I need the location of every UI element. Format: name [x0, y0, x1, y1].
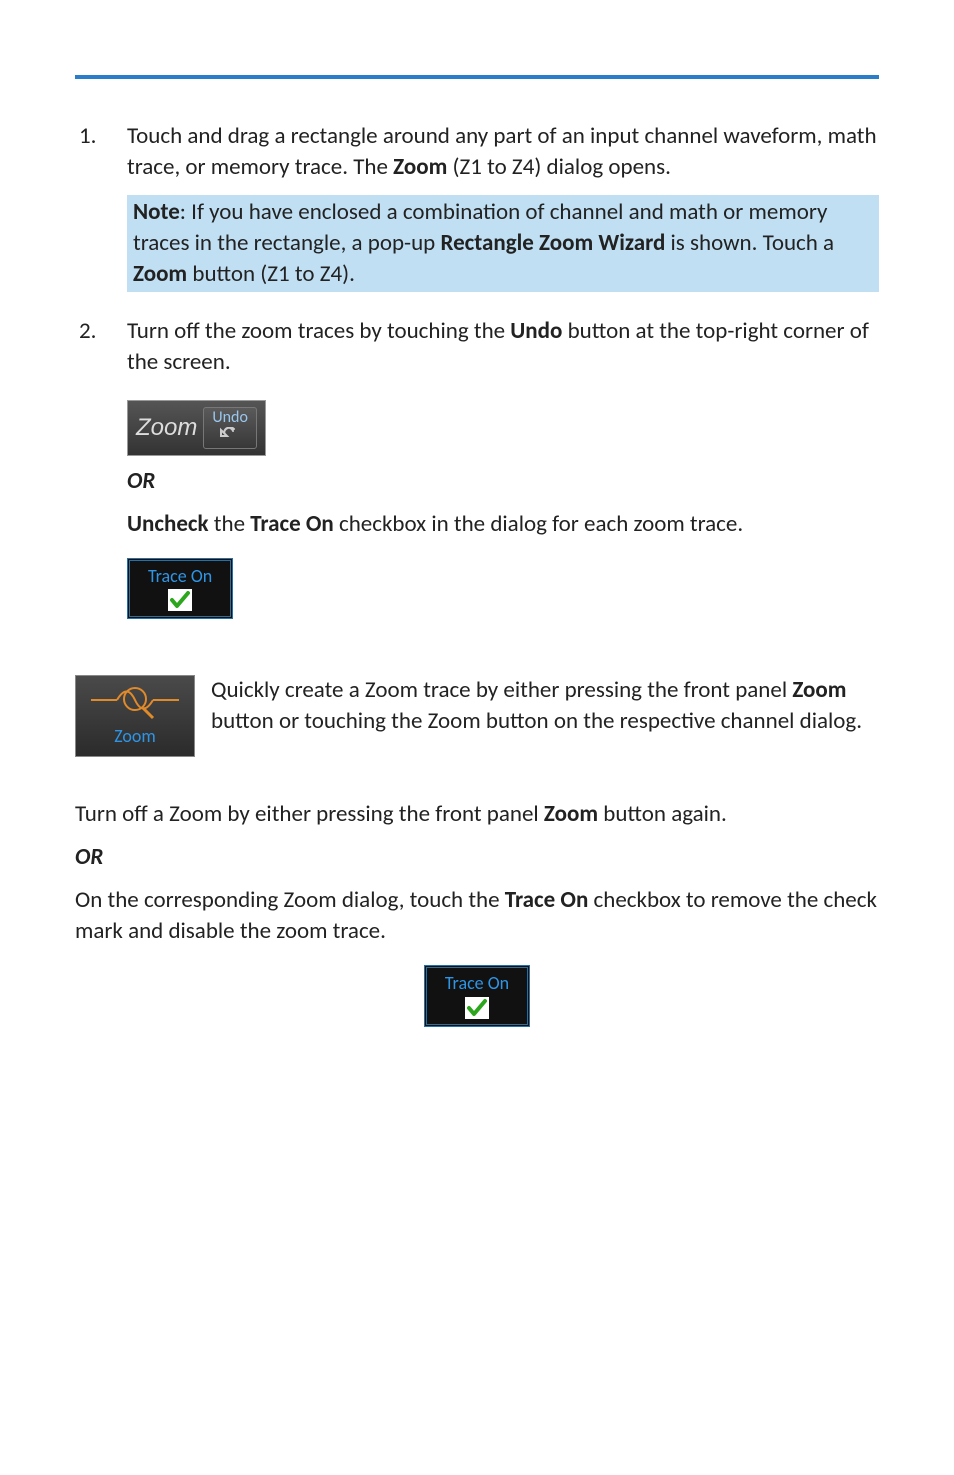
on-corresponding-para: On the corresponding Zoom dialog, touch … — [75, 885, 879, 947]
text: is shown. Touch a — [665, 229, 834, 257]
text: button again. — [598, 800, 727, 828]
turn-off-para: Turn off a Zoom by either pressing the f… — [75, 799, 879, 830]
zoom-word: Zoom — [544, 800, 598, 828]
step-2: 2. Turn off the zoom traces by touching … — [75, 316, 879, 619]
trace-on-word: Trace On — [250, 510, 334, 538]
step-body: Turn off the zoom traces by touching the… — [127, 316, 879, 619]
undo-button-label: Undo — [212, 408, 248, 427]
undo-word: Undo — [510, 317, 562, 345]
or-divider-bottom: OR — [75, 842, 879, 873]
step-1-text: Touch and drag a rectangle around any pa… — [127, 121, 879, 183]
zoom-front-panel-button[interactable]: Zoom — [75, 675, 195, 757]
trace-on-checkbox-screenshot-bottom: Trace On — [424, 965, 530, 1026]
zoom-row-text: Quickly create a Zoom trace by either pr… — [211, 675, 879, 757]
or-divider: OR — [127, 466, 879, 497]
trace-on-checkbox[interactable] — [465, 997, 489, 1019]
note-label: Note — [133, 198, 180, 226]
step-number: 2. — [75, 316, 127, 619]
text: button (Z1 to Z4). — [187, 260, 355, 288]
text: Quickly create a Zoom trace by either pr… — [211, 676, 792, 704]
center-trace-on: Trace On — [75, 959, 879, 1026]
top-rule — [75, 75, 879, 79]
note-box: Note: If you have enclosed a combination… — [127, 195, 879, 292]
trace-on-word: Trace On — [505, 886, 589, 914]
text: checkbox in the dialog for each zoom tra… — [334, 510, 743, 538]
zoom-wave-icon — [76, 676, 194, 724]
trace-on-label: Trace On — [148, 564, 212, 588]
text: button or touching the Zoom button on th… — [211, 707, 862, 735]
step-1: 1. Touch and drag a rectangle around any… — [75, 121, 879, 304]
trace-on-checkbox-screenshot: Trace On — [127, 558, 233, 619]
check-icon — [170, 591, 190, 609]
text: (Z1 to Z4) dialog opens. — [447, 153, 671, 181]
zoom-word: Zoom — [792, 676, 846, 704]
trace-on-checkbox[interactable] — [168, 589, 192, 611]
text: Turn off the zoom traces by touching the — [127, 317, 510, 345]
zoom-undo-screenshot: Zoom Undo — [127, 400, 266, 456]
rectangle-zoom-wizard: Rectangle Zoom Wizard — [440, 229, 665, 257]
trace-on-label: Trace On — [445, 971, 509, 995]
text: On the corresponding Zoom dialog, touch … — [75, 886, 505, 914]
step-body: Touch and drag a rectangle around any pa… — [127, 121, 879, 304]
zoom-word: Zoom — [393, 153, 447, 181]
zoom-word: Zoom — [133, 260, 187, 288]
zoom-text-label: Zoom — [136, 412, 197, 444]
text: the — [209, 510, 251, 538]
document-page: 1. Touch and drag a rectangle around any… — [0, 0, 954, 1127]
zoom-button-label: Zoom — [76, 724, 194, 748]
numbered-steps: 1. Touch and drag a rectangle around any… — [75, 121, 879, 619]
step-2-text: Turn off the zoom traces by touching the… — [127, 316, 879, 378]
undo-arrow-icon — [212, 427, 248, 444]
step-number: 1. — [75, 121, 127, 304]
zoom-button-row: Zoom Quickly create a Zoom trace by eith… — [75, 675, 879, 757]
check-icon — [467, 999, 487, 1017]
uncheck-line: Uncheck the Trace On checkbox in the dia… — [127, 509, 879, 540]
text: Turn off a Zoom by either pressing the f… — [75, 800, 544, 828]
undo-button[interactable]: Undo — [203, 407, 257, 449]
uncheck-word: Uncheck — [127, 510, 209, 538]
